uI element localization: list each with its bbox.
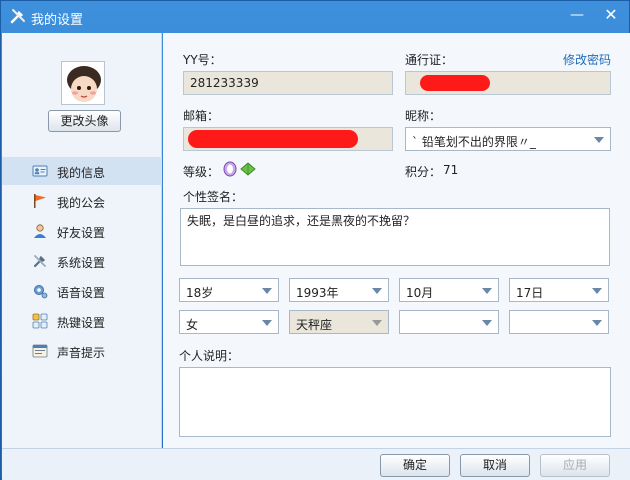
wrench-icon (33, 255, 46, 268)
nickname-label: 昵称： (405, 109, 442, 123)
birth-year-select[interactable]: 1993年 (289, 278, 389, 302)
gender-value: 女 (186, 318, 199, 332)
flag-icon (34, 194, 46, 208)
chevron-down-icon (592, 288, 602, 294)
birth-day-select[interactable]: 17日 (509, 278, 609, 302)
sidebar-item-label: 系统设置 (57, 256, 106, 270)
province-select[interactable] (399, 310, 499, 334)
keyboard-icon (32, 313, 48, 329)
chevron-down-icon (482, 288, 492, 294)
level-moon-icon (223, 161, 237, 177)
chevron-down-icon (262, 320, 272, 326)
id-card-icon (32, 165, 48, 177)
intro-label: 个人说明： (179, 349, 240, 363)
ok-button[interactable]: 确定 (380, 454, 450, 477)
chevron-down-icon (592, 320, 602, 326)
yy-number-field: 281233339 (183, 71, 393, 95)
user-icon (34, 224, 46, 238)
chevron-down-icon (594, 137, 604, 143)
passport-label: 通行证： (405, 53, 454, 67)
email-field (183, 127, 393, 151)
passport-field (405, 71, 611, 95)
voice-settings-icon (34, 285, 48, 299)
sidebar-item-label: 热键设置 (57, 316, 106, 330)
age-value: 18岁 (186, 286, 214, 300)
birth-month-value: 10月 (406, 286, 434, 300)
sidebar-item-label: 语音设置 (57, 286, 106, 300)
birth-day-value: 17日 (516, 286, 544, 300)
gender-select[interactable]: 女 (179, 310, 279, 334)
birth-month-select[interactable]: 10月 (399, 278, 499, 302)
birth-year-value: 1993年 (296, 286, 339, 300)
chevron-down-icon (372, 320, 382, 326)
apply-button: 应用 (540, 454, 610, 477)
chevron-down-icon (262, 288, 272, 294)
zodiac-value: 天秤座 (296, 318, 333, 332)
close-button[interactable]: ✕ (599, 5, 623, 25)
points-value: 71 (443, 163, 459, 177)
settings-content: YY号： 281233339 通行证： 修改密码 邮箱： 昵称： ˋ 铅笔划不出… (163, 33, 630, 448)
chevron-down-icon (372, 288, 382, 294)
cancel-button[interactable]: 取消 (460, 454, 530, 477)
nickname-value: ˋ 铅笔划不出的界限〃_ (412, 135, 536, 149)
level-crown-icon (240, 162, 256, 176)
yy-number-label: YY号： (183, 53, 222, 67)
change-password-link[interactable]: 修改密码 (563, 51, 611, 68)
sidebar-item-sound-notice[interactable]: 声音提示 (2, 337, 162, 365)
title-bar[interactable]: 我的设置 — ✕ (1, 1, 630, 33)
sound-notice-icon (32, 344, 48, 358)
sidebar-item-label: 我的信息 (57, 166, 106, 180)
city-select[interactable] (509, 310, 609, 334)
intro-input[interactable] (179, 367, 611, 437)
settings-window: 我的设置 — ✕ 更改头像 我的信息 我的公会 好友设置 系统设置 语音设置 热… (0, 0, 630, 480)
sidebar-item-system-settings[interactable]: 系统设置 (2, 247, 162, 275)
zodiac-select: 天秤座 (289, 310, 389, 334)
avatar[interactable] (61, 61, 105, 105)
sidebar-item-label: 声音提示 (57, 346, 106, 360)
minimize-button[interactable]: — (565, 5, 589, 25)
sidebar-item-friend-settings[interactable]: 好友设置 (2, 217, 162, 245)
sidebar-item-label: 我的公会 (57, 196, 106, 210)
signature-label: 个性签名： (183, 190, 244, 204)
change-avatar-button[interactable]: 更改头像 (48, 110, 121, 132)
sidebar: 更改头像 我的信息 我的公会 好友设置 系统设置 语音设置 热键设置 声音提示 (2, 33, 162, 448)
avatar-image (62, 62, 104, 104)
window-title: 我的设置 (31, 13, 84, 28)
sidebar-item-my-guild[interactable]: 我的公会 (2, 187, 162, 215)
email-label: 邮箱： (183, 109, 220, 123)
signature-input[interactable]: 失眠，是白昼的追求，还是黑夜的不挽留？ (180, 208, 610, 266)
dialog-footer: 确定 取消 应用 (2, 448, 630, 480)
tools-icon (10, 9, 25, 24)
sidebar-item-hotkey-settings[interactable]: 热键设置 (2, 307, 162, 335)
nickname-field[interactable]: ˋ 铅笔划不出的界限〃_ (405, 127, 611, 151)
redaction-mark (188, 130, 358, 148)
points-label: 积分： (405, 165, 442, 179)
signature-text: 失眠，是白昼的追求，还是黑夜的不挽留？ (187, 214, 416, 228)
redaction-mark (420, 75, 490, 91)
level-label: 等级： (183, 165, 220, 179)
chevron-down-icon (482, 320, 492, 326)
sidebar-item-my-info[interactable]: 我的信息 (2, 157, 162, 185)
sidebar-item-voice-settings[interactable]: 语音设置 (2, 277, 162, 305)
age-select[interactable]: 18岁 (179, 278, 279, 302)
sidebar-item-label: 好友设置 (57, 226, 106, 240)
